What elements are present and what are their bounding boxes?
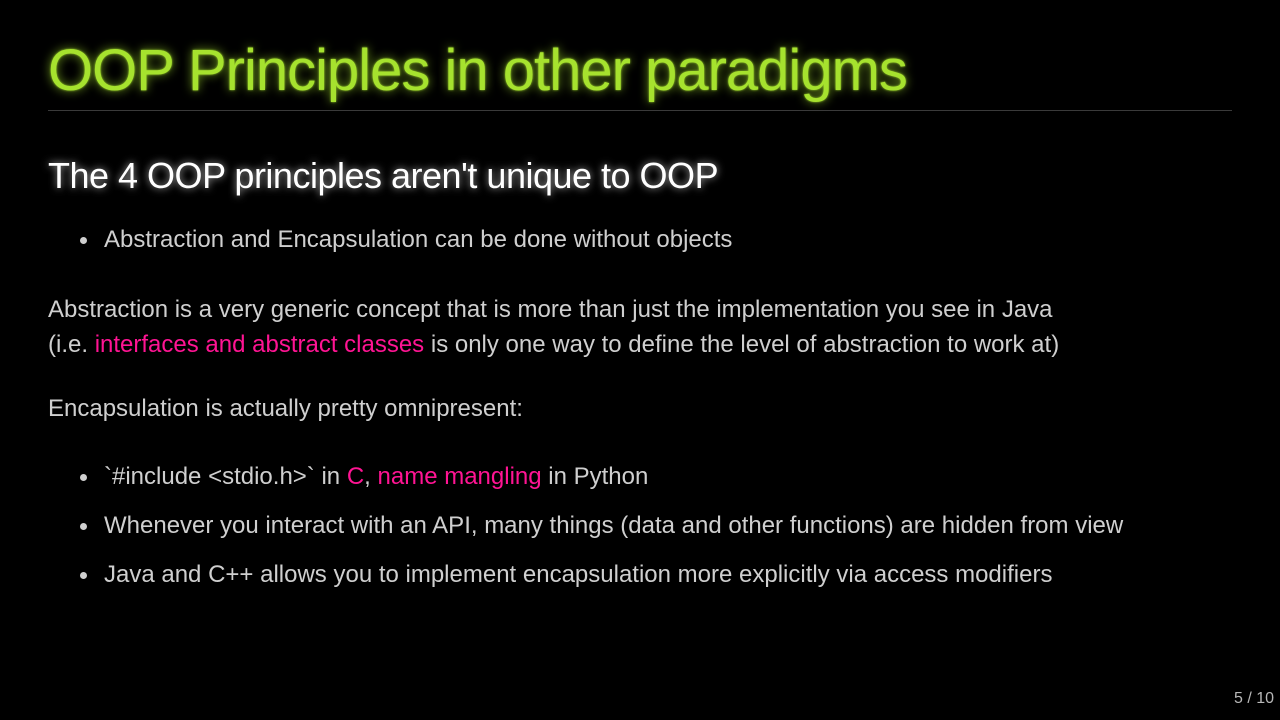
list-item-comma: , [364, 463, 378, 490]
list-item-text: Java and C++ allows you to implement enc… [104, 561, 1053, 588]
list-item-text: Abstraction and Encapsulation can be don… [104, 226, 733, 253]
bullet-list-encapsulation: `#include <stdio.h>` in C, name mangling… [48, 461, 1123, 608]
bullet-list-intro: Abstraction and Encapsulation can be don… [48, 224, 732, 256]
slide-title: OOP Principles in other paradigms [48, 38, 908, 103]
bullet-dot [80, 474, 87, 481]
title-divider [48, 110, 1232, 111]
list-item: Abstraction and Encapsulation can be don… [48, 224, 732, 256]
list-item-suffix: in Python [541, 463, 649, 490]
list-item: Whenever you interact with an API, many … [48, 510, 1123, 542]
bullet-dot [80, 523, 87, 530]
paragraph-line-2-prefix: (i.e. [48, 331, 95, 358]
list-item: Java and C++ allows you to implement enc… [48, 559, 1123, 591]
slide-subtitle: The 4 OOP principles aren't unique to OO… [48, 155, 719, 196]
list-item: `#include <stdio.h>` in C, name mangling… [48, 461, 1123, 493]
bullet-dot [80, 572, 87, 579]
bullet-dot [80, 237, 87, 244]
name-mangling-link[interactable]: name mangling [378, 463, 542, 490]
interfaces-abstract-classes-link[interactable]: interfaces and abstract classes [95, 331, 425, 358]
paragraph-line-1: Abstraction is a very generic concept th… [48, 296, 1053, 323]
paragraph-line-2-suffix: is only one way to define the level of a… [424, 331, 1060, 358]
c-link[interactable]: C [347, 463, 364, 490]
encapsulation-paragraph: Encapsulation is actually pretty omnipre… [48, 395, 523, 422]
list-item-prefix: `#include <stdio.h>` in [104, 463, 347, 490]
page-number: 5 / 10 [1233, 690, 1274, 707]
abstraction-paragraph: Abstraction is a very generic concept th… [48, 292, 1059, 362]
slide: OOP Principles in other paradigms The 4 … [0, 0, 1280, 720]
list-item-text: Whenever you interact with an API, many … [104, 512, 1124, 539]
